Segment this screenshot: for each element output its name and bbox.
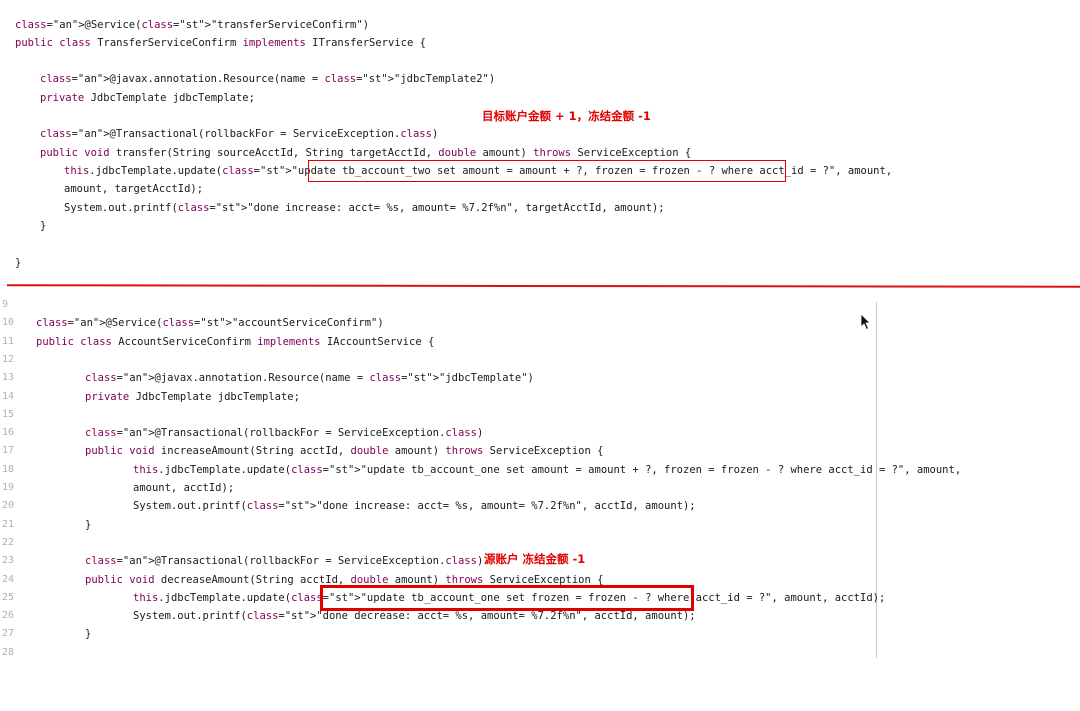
code-line: private JdbcTemplate jdbcTemplate; [40,92,255,104]
top-annotation: 目标账户金额 + 1，冻结金额 -1 [482,109,651,123]
code-line: } [85,628,92,641]
line-number: 12 [2,353,15,365]
code-line: class="an">@Transactional(rollbackFor = … [40,128,439,140]
code-line: } [85,518,92,531]
highlight-box-sql-bottom [320,585,694,611]
mouse-cursor-icon [860,313,871,331]
line-number: 14 [2,390,15,402]
line-number: 10 [2,317,15,329]
code-line: amount, acctId); [133,482,235,494]
line-number: 26 [2,610,15,622]
line-number: 23 [2,555,15,567]
code-line: public void increaseAmount(String acctId… [85,445,604,458]
line-number: 16 [2,427,15,439]
highlight-box-sql-top [308,160,786,182]
divider-line [6,284,1080,288]
line-number: 13 [2,372,15,384]
code-line: class="an">@Transactional(rollbackFor = … [85,555,484,568]
line-number: 27 [2,628,15,640]
code-line: } [40,220,47,232]
code-line: public class AccountServiceConfirm imple… [36,335,435,348]
line-number: 25 [2,591,15,603]
code-line: class="an">@Transactional(rollbackFor = … [85,427,484,440]
code-line: class="an">@javax.annotation.Resource(na… [85,372,534,385]
line-number: 17 [2,445,15,457]
line-number: 28 [2,646,15,658]
code-line: amount, targetAcctId); [64,183,204,195]
line-number: 15 [2,408,15,420]
code-line: private JdbcTemplate jdbcTemplate; [85,390,300,403]
code-line: System.out.printf(class="st">"done incre… [64,202,665,214]
line-number: 18 [2,463,15,475]
line-number: 20 [2,500,15,512]
line-number: 9 [2,299,9,310]
line-number: 19 [2,482,15,493]
line-number: 22 [2,536,15,548]
code-line: this.jdbcTemplate.update(class="st">"upd… [133,463,962,476]
code-line: } [15,257,22,269]
bottom-annotation: 源账户 冻结金额 -1 [484,552,586,566]
code-line: class="an">@Service(class="st">"accountS… [36,317,384,330]
code-line: class="an">@Service(class="st">"transfer… [15,19,370,31]
code-line: System.out.printf(class="st">"done incre… [133,500,696,513]
line-number: 11 [2,335,15,347]
code-line: public class TransferServiceConfirm impl… [15,37,426,49]
line-number: 24 [2,573,15,585]
line-number: 21 [2,518,15,530]
code-line: class="an">@javax.annotation.Resource(na… [40,73,496,85]
